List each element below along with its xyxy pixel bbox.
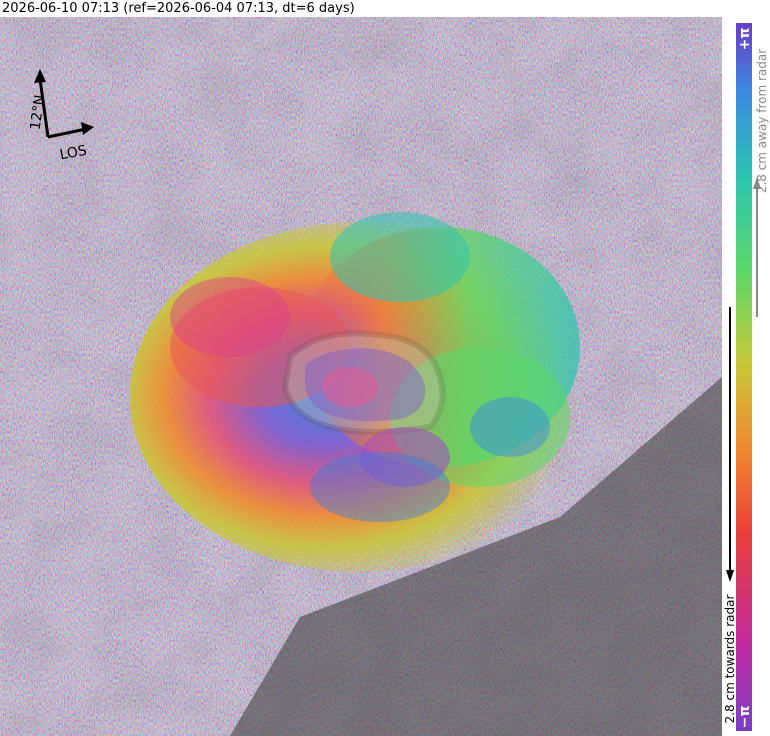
colorbar-top-label: +π xyxy=(737,28,753,51)
interferogram-map: 12°N LOS xyxy=(0,17,722,736)
colorbar-away-label: 2.8 cm away from radar xyxy=(755,49,769,193)
colorbar-gradient xyxy=(736,23,752,731)
colorbar-bottom-label: −π xyxy=(737,706,753,729)
image-title: 2026-06-10 07:13 (ref=2026-06-04 07:13, … xyxy=(2,1,355,16)
colorbar-towards-label: 2.8 cm towards radar xyxy=(723,595,737,724)
phase-colorbar: +π −π 2.8 cm away from radar 2.8 cm towa… xyxy=(722,17,770,736)
